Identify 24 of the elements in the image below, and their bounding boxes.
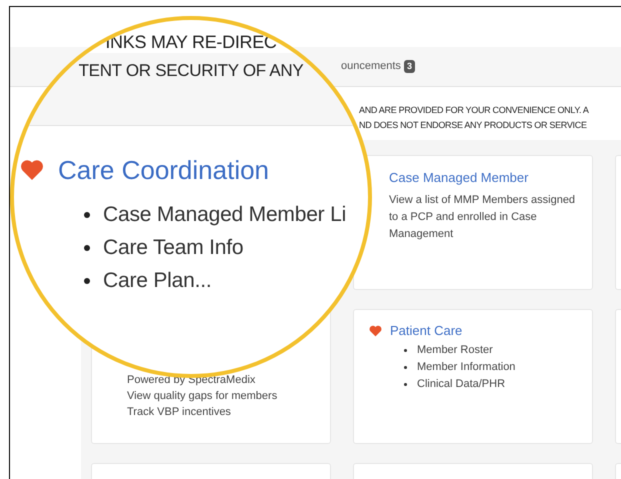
bullet-icon: [84, 212, 90, 218]
card-text: View quality gaps for members: [127, 389, 278, 404]
heart-icon: [369, 325, 382, 337]
card-title[interactable]: Case Managed Member: [389, 170, 592, 186]
bullet-icon: [404, 366, 407, 369]
bullet-icon: [404, 349, 407, 352]
list-link[interactable]: Member Roster: [417, 342, 493, 359]
section-title[interactable]: Care Coordination: [58, 154, 270, 186]
notice-text: ND DOES NOT ENDORSE ANY PRODUCTS OR SERVICE: [359, 119, 588, 131]
heart-icon: [20, 159, 44, 181]
menu-link[interactable]: Care Plan...: [103, 266, 212, 294]
card-description: View a list of MMP Members assigned to a PCP and enrolled in Case Management: [389, 193, 576, 242]
count-badge: 3: [404, 60, 415, 73]
list-link[interactable]: Clinical Data/PHR: [417, 376, 506, 393]
notice-text: AND ARE PROVIDED FOR YOUR CONVENIENCE ONLY. A: [359, 104, 590, 116]
card-title[interactable]: Patient Care: [390, 323, 462, 339]
bullet-icon: [84, 278, 90, 284]
notice-text: TENT OR SECURITY OF ANY: [78, 60, 304, 82]
list-link[interactable]: Member Information: [417, 359, 516, 376]
card-text: Track VBP incentives: [127, 405, 232, 420]
menu-link[interactable]: Care Team Info: [103, 234, 244, 262]
bullet-icon: [404, 383, 407, 386]
menu-link[interactable]: Case Managed Member Li: [103, 200, 346, 228]
bullet-icon: [84, 244, 90, 250]
